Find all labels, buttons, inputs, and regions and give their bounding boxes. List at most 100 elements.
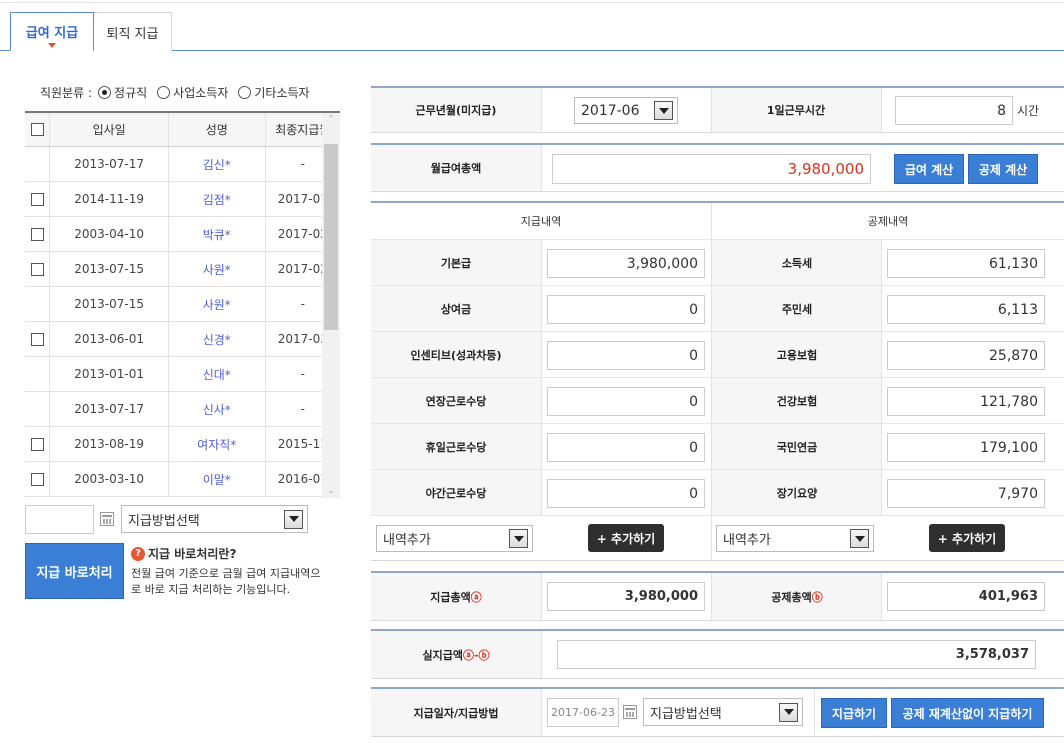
- radio-other-income[interactable]: [238, 86, 252, 99]
- pay-item-input[interactable]: 0: [547, 387, 705, 416]
- deduction-item-input[interactable]: 25,870: [887, 341, 1045, 370]
- payment-method-select[interactable]: 지급방법선택: [643, 698, 803, 726]
- work-month-select[interactable]: 2017-06: [574, 97, 678, 124]
- scroll-down-icon[interactable]: ⌄: [322, 484, 340, 498]
- monthly-total-label: 월급여총액: [371, 145, 541, 191]
- employee-filter-label: 직원분류 :: [40, 86, 93, 100]
- employee-table: 입사일 성명 최종지급월 2013-07-17 김신* -2014-11-19 김점*…: [25, 111, 340, 498]
- quick-pay-help-title: 지급 바로처리란?: [148, 547, 237, 561]
- pay-add-item-select[interactable]: 내역추가: [376, 525, 533, 552]
- payment-date-input[interactable]: 2017-06-23: [547, 698, 619, 727]
- work-hours-label: 1일근무시간: [711, 88, 881, 132]
- pay-item-label: 상여금: [371, 286, 541, 331]
- deduction-add-item-select[interactable]: 내역추가: [716, 525, 874, 552]
- row-checkbox[interactable]: [30, 192, 44, 206]
- radio-business-income[interactable]: [157, 86, 171, 99]
- deduction-item-label: 소득세: [712, 240, 882, 285]
- employee-name-link[interactable]: 사원*: [169, 252, 266, 286]
- quick-pay-date-input[interactable]: [25, 505, 94, 534]
- deduction-item-input[interactable]: 121,780: [887, 387, 1045, 416]
- pay-item-input[interactable]: 0: [547, 433, 705, 462]
- payment-method-select-value: 지급방법선택: [650, 706, 722, 722]
- employee-name-link[interactable]: 사원*: [169, 287, 266, 321]
- employee-name-link[interactable]: 신사*: [169, 392, 266, 426]
- deduction-item-label: 고용보험: [712, 332, 882, 377]
- radio-regular[interactable]: [98, 86, 112, 99]
- payment-calendar-icon[interactable]: [623, 705, 637, 719]
- tab-retirement-pay[interactable]: 퇴직 지급: [93, 12, 172, 51]
- deduction-total-mark: ⓑ: [811, 590, 823, 604]
- pay-add-item-button[interactable]: + 추가하기: [588, 524, 664, 552]
- table-row[interactable]: 2013-07-17 김신* -: [25, 147, 340, 182]
- pay-item-label: 연장근로수당: [371, 378, 541, 423]
- pay-item-input[interactable]: 3,980,000: [547, 249, 705, 278]
- deduction-total-value[interactable]: 401,963: [887, 582, 1045, 611]
- monthly-total-input[interactable]: 3,980,000: [552, 154, 871, 184]
- quick-pay-button[interactable]: 지급 바로처리: [25, 543, 124, 599]
- divider: [541, 424, 542, 470]
- header-hire-date[interactable]: 입사일: [50, 113, 169, 146]
- table-row[interactable]: 2013-06-01 신경* 2017-03: [25, 322, 340, 357]
- payment-panel: 지급일자/지급방법 2017-06-23 지급방법선택 지급하기 공제 재계산없…: [371, 687, 1064, 737]
- pay-item-label: 야간근로수당: [371, 470, 541, 515]
- employee-name-link[interactable]: 이말*: [169, 462, 266, 496]
- chevron-down-icon: [509, 529, 528, 548]
- scroll-thumb[interactable]: [324, 144, 338, 330]
- calc-pay-button[interactable]: 급여 계산: [894, 154, 964, 184]
- quick-pay-calendar-icon[interactable]: [100, 512, 114, 526]
- table-row[interactable]: 2003-03-10 이말* 2016-01: [25, 462, 340, 497]
- divider: [881, 378, 882, 424]
- table-row[interactable]: 2003-04-10 박큐* 2017-02: [25, 217, 340, 252]
- top-divider: [0, 2, 1064, 3]
- pay-item-input[interactable]: 0: [547, 479, 705, 508]
- work-month-select-value: 2017-06: [581, 102, 640, 119]
- divider: [881, 332, 882, 378]
- work-hours-input[interactable]: 8: [895, 96, 1013, 125]
- employee-name-link[interactable]: 김점*: [169, 182, 266, 216]
- pay-item-input[interactable]: 0: [547, 295, 705, 324]
- employee-name-link[interactable]: 신대*: [169, 357, 266, 391]
- employee-name-link[interactable]: 여자직*: [169, 427, 266, 461]
- calc-deduction-button[interactable]: 공제 계산: [968, 154, 1038, 184]
- table-row[interactable]: 2013-01-01 신대* -: [25, 357, 340, 392]
- row-checkbox[interactable]: [30, 437, 44, 451]
- row-checkbox[interactable]: [30, 332, 44, 346]
- work-info-panel: 근무년월(미지급) 1일근무시간 2017-06 8 시간: [371, 86, 1064, 133]
- divider: [541, 470, 542, 516]
- deduction-item-input[interactable]: 179,100: [887, 433, 1045, 462]
- pay-total-value[interactable]: 3,980,000: [547, 582, 705, 611]
- deduction-item-label: 장기요양: [712, 470, 882, 515]
- tab-salary-pay[interactable]: 급여 지급: [10, 12, 94, 51]
- table-row[interactable]: 2013-07-15 사원* -: [25, 287, 340, 322]
- scroll-up-icon[interactable]: ⌃: [322, 113, 340, 127]
- deduction-item-input[interactable]: 6,113: [887, 295, 1045, 324]
- divider: [881, 470, 882, 516]
- work-hours-unit: 시간: [1017, 104, 1040, 118]
- pay-button[interactable]: 지급하기: [821, 698, 887, 728]
- pay-total-label: 지급총액 ⓐ: [371, 573, 541, 620]
- row-checkbox[interactable]: [30, 262, 44, 276]
- row-checkbox[interactable]: [30, 227, 44, 241]
- employee-name-link[interactable]: 신경*: [169, 322, 266, 356]
- employee-name-link[interactable]: 박큐*: [169, 217, 266, 251]
- employee-name-link[interactable]: 김신*: [169, 147, 266, 181]
- quick-pay-method-select-value: 지급방법선택: [128, 513, 200, 529]
- select-all-checkbox[interactable]: [30, 123, 44, 136]
- table-row[interactable]: 2013-07-17 신사* -: [25, 392, 340, 427]
- table-row[interactable]: 2013-08-19 여자직* 2015-11: [25, 427, 340, 462]
- chevron-down-icon: [850, 529, 869, 548]
- table-row[interactable]: 2013-07-15 사원* 2017-02: [25, 252, 340, 287]
- pay-without-recalc-button[interactable]: 공제 재계산없이 지급하기: [891, 698, 1044, 728]
- quick-pay-method-select[interactable]: 지급방법선택: [121, 505, 308, 533]
- net-pay-mark: ⓐ-ⓑ: [462, 648, 490, 662]
- row-checkbox[interactable]: [30, 472, 44, 486]
- deduction-item-input[interactable]: 61,130: [887, 249, 1045, 278]
- net-pay-label: 실지급액 ⓐ-ⓑ: [371, 631, 541, 678]
- pay-item-input[interactable]: 0: [547, 341, 705, 370]
- net-pay-value[interactable]: 3,578,037: [557, 640, 1036, 669]
- deduction-add-item-button[interactable]: + 추가하기: [929, 524, 1005, 552]
- divider: [881, 286, 882, 332]
- table-row[interactable]: 2014-11-19 김점* 2017-01: [25, 182, 340, 217]
- header-name[interactable]: 성명: [169, 113, 266, 146]
- deduction-item-input[interactable]: 7,970: [887, 479, 1045, 508]
